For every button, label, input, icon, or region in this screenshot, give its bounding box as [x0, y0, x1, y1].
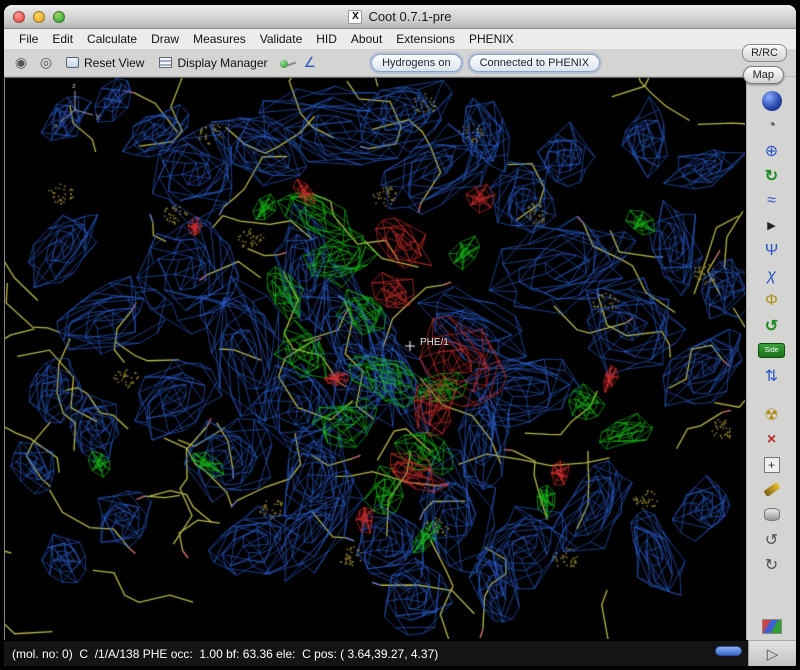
translate-icon[interactable]: ⊕: [758, 139, 786, 162]
undo-icon[interactable]: ↺: [758, 528, 786, 551]
toolbar: ◉ ◎ Reset View Display Manager ∠ Hydroge…: [4, 49, 796, 77]
sphere-icon[interactable]: [758, 89, 786, 112]
redo-icon[interactable]: ↻: [758, 553, 786, 576]
flip-peptide-icon[interactable]: ↺: [758, 314, 786, 337]
bottom-bar: (mol. no: 0) C /1/A/138 PHE occ: 1.00 bf…: [4, 640, 796, 666]
display-manager-label: Display Manager: [177, 56, 267, 70]
phenix-status-button[interactable]: Connected to PHENIX: [469, 54, 600, 72]
rotate-icon[interactable]: ↻: [758, 164, 786, 187]
titlebar: X Coot 0.7.1-pre: [4, 5, 796, 29]
rrc-button[interactable]: R/RC: [742, 44, 787, 62]
side-chain-flip-label: Side: [758, 343, 784, 358]
side-chain-flip-icon[interactable]: Side: [758, 339, 786, 362]
x11-icon: X: [348, 10, 362, 24]
minimize-button[interactable]: [33, 11, 45, 23]
goto-atom-icon[interactable]: [279, 54, 297, 72]
traffic-lights: [13, 11, 65, 23]
measure-icon[interactable]: ∠: [304, 54, 317, 71]
map-button[interactable]: Map: [743, 66, 784, 84]
edit-backbone-icon[interactable]: ⇅: [758, 364, 786, 387]
status-text: (mol. no: 0) C /1/A/138 PHE occ: 1.00 bf…: [12, 647, 438, 661]
menu-draw[interactable]: Draw: [144, 30, 186, 48]
auto-fit-icon[interactable]: Φ: [758, 289, 786, 312]
plus-glyph: +: [764, 457, 780, 473]
window-inner: X Coot 0.7.1-pre File Edit Calculate Dra…: [4, 5, 796, 666]
menu-phenix[interactable]: PHENIX: [462, 30, 521, 48]
main-area: PHE/1 ◔ ⊕ ↻ ≈ ▶ Ψ χ Φ ↺ Side ⇅ ☢ × +: [4, 77, 796, 640]
spin-button[interactable]: ▷: [748, 640, 796, 666]
screenshot-icon[interactable]: [762, 619, 782, 634]
eraser-icon[interactable]: [758, 503, 786, 526]
gl-canvas[interactable]: [5, 78, 745, 639]
play-icon[interactable]: ▶: [758, 214, 786, 237]
chi-angles-icon[interactable]: χ: [758, 264, 786, 287]
reset-view-button[interactable]: Reset View: [62, 54, 148, 72]
chain-icon[interactable]: ≈: [758, 189, 786, 212]
window-title: Coot 0.7.1-pre: [368, 9, 451, 24]
mode-b-icon[interactable]: ◎: [37, 54, 55, 72]
reset-view-icon: [66, 57, 79, 68]
status-bar: (mol. no: 0) C /1/A/138 PHE occ: 1.00 bf…: [4, 640, 748, 666]
clock-icon[interactable]: ◔: [758, 114, 786, 137]
menu-measures[interactable]: Measures: [186, 30, 253, 48]
radiation-icon[interactable]: ☢: [758, 403, 786, 426]
rotamer-icon[interactable]: Ψ: [758, 239, 786, 262]
brush-icon[interactable]: [758, 478, 786, 501]
window-title-area: X Coot 0.7.1-pre: [4, 5, 796, 28]
menu-edit[interactable]: Edit: [45, 30, 80, 48]
mode-a-icon[interactable]: ◉: [12, 54, 30, 72]
menu-validate[interactable]: Validate: [253, 30, 309, 48]
menu-hid[interactable]: HID: [309, 30, 344, 48]
menu-extensions[interactable]: Extensions: [389, 30, 462, 48]
menu-calculate[interactable]: Calculate: [80, 30, 144, 48]
close-button[interactable]: [13, 11, 25, 23]
add-alt-conf-icon[interactable]: +: [758, 453, 786, 476]
zoom-button[interactable]: [53, 11, 65, 23]
sphere-glyph: [762, 91, 782, 111]
reset-view-label: Reset View: [84, 56, 144, 70]
gl-viewport: PHE/1: [4, 77, 746, 640]
hydrogens-toggle-button[interactable]: Hydrogens on: [371, 54, 462, 72]
menubar: File Edit Calculate Draw Measures Valida…: [4, 29, 796, 49]
coot-window: X Coot 0.7.1-pre File Edit Calculate Dra…: [0, 0, 800, 670]
cylinder-glyph: [764, 508, 780, 521]
mutate-icon[interactable]: ×: [758, 428, 786, 451]
display-manager-icon: [159, 57, 172, 68]
display-manager-button[interactable]: Display Manager: [155, 54, 271, 72]
residue-label: PHE/1: [420, 337, 449, 348]
menu-file[interactable]: File: [12, 30, 45, 48]
right-toolbar: ◔ ⊕ ↻ ≈ ▶ Ψ χ Φ ↺ Side ⇅ ☢ × + ↺ ↻: [746, 77, 796, 640]
horizontal-scrollbar-thumb[interactable]: [715, 646, 742, 656]
brush-glyph: [763, 482, 780, 497]
menu-about[interactable]: About: [344, 30, 389, 48]
